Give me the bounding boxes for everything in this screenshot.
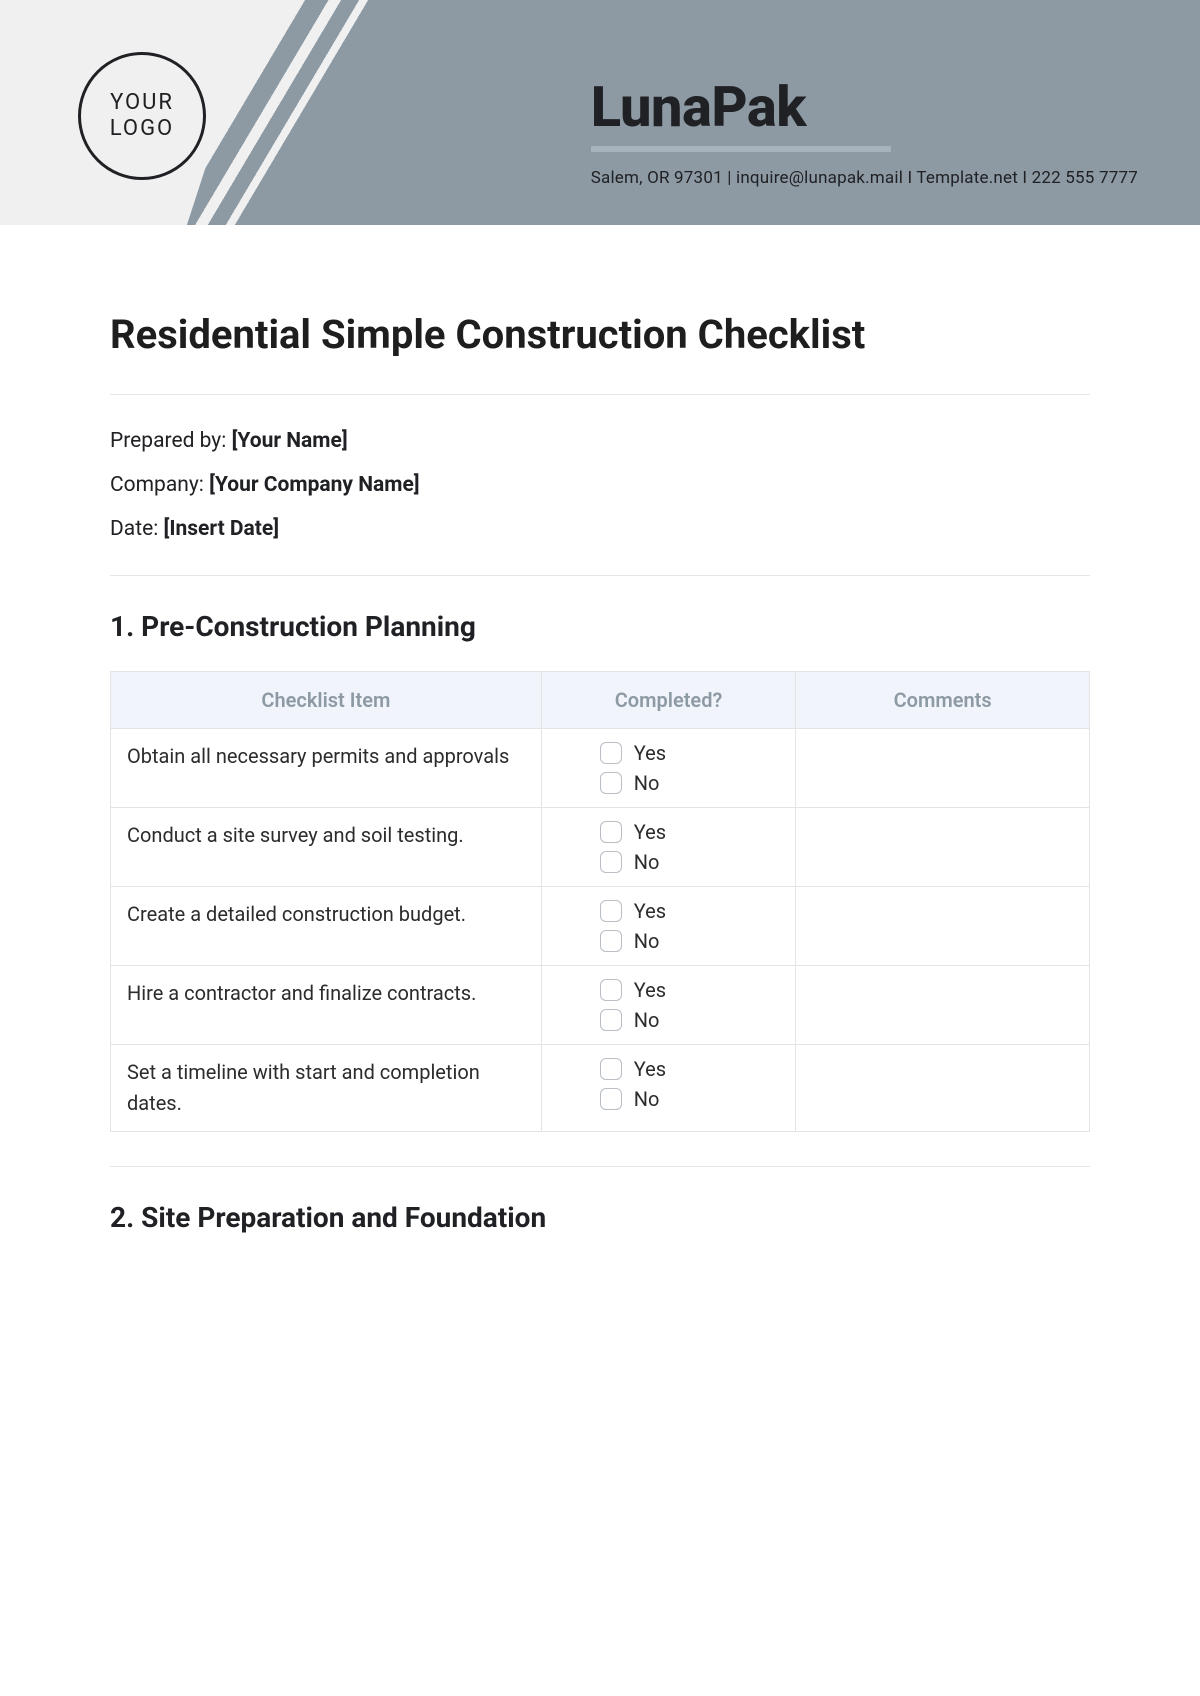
meta-value: [Your Name]	[232, 429, 348, 453]
checkbox-yes[interactable]	[600, 821, 622, 843]
checkbox-label-no: No	[634, 850, 660, 874]
checkbox-yes[interactable]	[600, 1058, 622, 1080]
col-header-item: Checklist Item	[111, 672, 542, 729]
checkbox-no[interactable]	[600, 1088, 622, 1110]
col-header-completed: Completed?	[541, 672, 796, 729]
comments-cell[interactable]	[796, 729, 1090, 808]
completed-cell: Yes No	[541, 1045, 796, 1132]
meta-label: Company:	[110, 473, 204, 497]
comments-cell[interactable]	[796, 808, 1090, 887]
meta-value: [Your Company Name]	[209, 473, 419, 497]
checkbox-label-no: No	[634, 1008, 660, 1032]
logo-text-line2: LOGO	[110, 116, 174, 142]
meta-label: Prepared by:	[110, 429, 226, 453]
checklist-table-1: Checklist Item Completed? Comments Obtai…	[110, 671, 1090, 1132]
section-title-1: 1. Pre-Construction Planning	[110, 610, 1090, 643]
meta-prepared-by: Prepared by: [Your Name]	[110, 429, 1090, 453]
divider	[110, 575, 1090, 576]
header-banner: YOUR LOGO LunaPak Salem, OR 97301 | inqu…	[0, 0, 1200, 225]
checkbox-no[interactable]	[600, 1009, 622, 1031]
checkbox-label-yes: Yes	[634, 978, 666, 1002]
checklist-item-cell: Set a timeline with start and completion…	[111, 1045, 542, 1132]
company-name: LunaPak	[591, 74, 1138, 140]
completed-cell: Yes No	[541, 887, 796, 966]
comments-cell[interactable]	[796, 966, 1090, 1045]
meta-value: [Insert Date]	[164, 517, 280, 541]
company-block: LunaPak Salem, OR 97301 | inquire@lunapa…	[591, 74, 1138, 188]
section-title-2: 2. Site Preparation and Foundation	[110, 1201, 1090, 1234]
page-content: Residential Simple Construction Checklis…	[0, 225, 1200, 1234]
checklist-item-cell: Create a detailed construction budget.	[111, 887, 542, 966]
completed-cell: Yes No	[541, 729, 796, 808]
checkbox-yes[interactable]	[600, 742, 622, 764]
company-underline	[591, 146, 891, 152]
checkbox-label-yes: Yes	[634, 741, 666, 765]
completed-cell: Yes No	[541, 966, 796, 1045]
contact-line: Salem, OR 97301 | inquire@lunapak.mail I…	[591, 168, 1138, 188]
divider	[110, 394, 1090, 395]
checkbox-label-yes: Yes	[634, 899, 666, 923]
checklist-item-cell: Conduct a site survey and soil testing.	[111, 808, 542, 887]
checkbox-no[interactable]	[600, 851, 622, 873]
checkbox-yes[interactable]	[600, 900, 622, 922]
checkbox-label-no: No	[634, 771, 660, 795]
checkbox-no[interactable]	[600, 930, 622, 952]
table-row: Conduct a site survey and soil testing.Y…	[111, 808, 1090, 887]
logo-placeholder: YOUR LOGO	[78, 52, 206, 180]
table-row: Set a timeline with start and completion…	[111, 1045, 1090, 1132]
divider	[110, 1166, 1090, 1167]
table-row: Hire a contractor and finalize contracts…	[111, 966, 1090, 1045]
checkbox-label-no: No	[634, 929, 660, 953]
table-header-row: Checklist Item Completed? Comments	[111, 672, 1090, 729]
completed-cell: Yes No	[541, 808, 796, 887]
comments-cell[interactable]	[796, 887, 1090, 966]
document-title: Residential Simple Construction Checklis…	[110, 311, 1090, 358]
meta-company: Company: [Your Company Name]	[110, 473, 1090, 497]
checkbox-yes[interactable]	[600, 979, 622, 1001]
meta-label: Date:	[110, 517, 158, 541]
checklist-item-cell: Hire a contractor and finalize contracts…	[111, 966, 542, 1045]
checkbox-no[interactable]	[600, 772, 622, 794]
checkbox-label-yes: Yes	[634, 1057, 666, 1081]
meta-date: Date: [Insert Date]	[110, 517, 1090, 541]
logo-text-line1: YOUR	[110, 90, 174, 116]
table-row: Create a detailed construction budget.Ye…	[111, 887, 1090, 966]
checkbox-label-yes: Yes	[634, 820, 666, 844]
checklist-item-cell: Obtain all necessary permits and approva…	[111, 729, 542, 808]
col-header-comments: Comments	[796, 672, 1090, 729]
comments-cell[interactable]	[796, 1045, 1090, 1132]
checkbox-label-no: No	[634, 1087, 660, 1111]
table-row: Obtain all necessary permits and approva…	[111, 729, 1090, 808]
